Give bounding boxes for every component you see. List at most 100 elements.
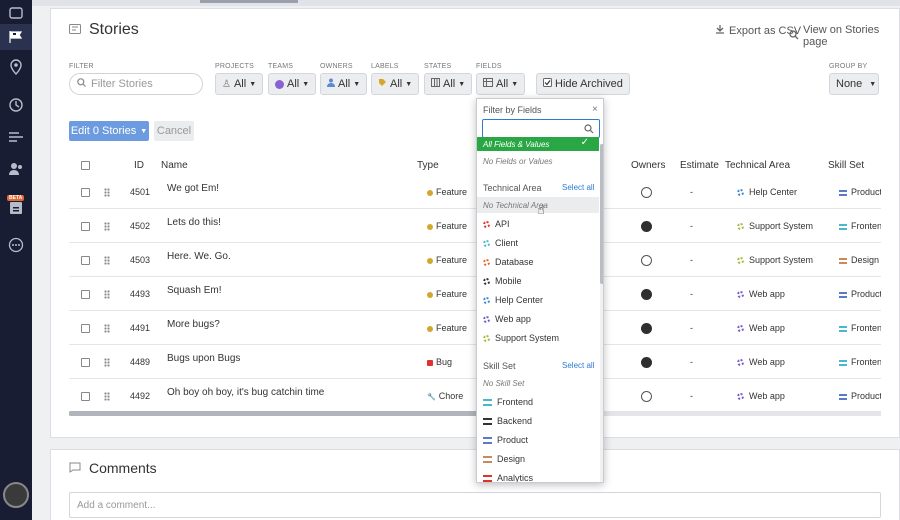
drag-handle-icon[interactable]: [104, 290, 110, 299]
people-icon[interactable]: [0, 156, 32, 182]
close-icon[interactable]: ×: [592, 104, 598, 115]
option-tech-area[interactable]: Client: [483, 238, 518, 248]
story-name[interactable]: More bugs?: [167, 319, 220, 330]
teams-filter-button[interactable]: All ▼: [268, 73, 317, 95]
option-skill-set[interactable]: Product: [483, 435, 528, 445]
feature-type-icon: [427, 325, 433, 332]
comment-input[interactable]: Add a comment...: [69, 492, 881, 518]
row-checkbox[interactable]: [81, 290, 90, 299]
stories-nav-icon[interactable]: [0, 0, 32, 26]
drag-handle-icon[interactable]: [104, 392, 110, 401]
cancel-button[interactable]: Cancel: [154, 121, 194, 141]
story-name[interactable]: Here. We. Go.: [167, 251, 231, 262]
owners-filter-button[interactable]: All ▼: [320, 73, 368, 95]
option-no-fields[interactable]: No Fields or Values: [483, 157, 553, 166]
row-checkbox[interactable]: [81, 188, 90, 197]
user-avatar[interactable]: [3, 482, 29, 508]
map-pin-icon[interactable]: [0, 54, 32, 80]
fields-filter-button[interactable]: All ▼: [476, 73, 526, 95]
beta-feature-icon[interactable]: BETA: [0, 194, 32, 220]
story-name[interactable]: Oh boy oh boy, it's bug catchin time: [167, 387, 324, 398]
header-skill-set[interactable]: Skill Set: [828, 160, 864, 171]
story-tech-area: Web app: [737, 323, 785, 333]
select-all-checkbox[interactable]: [81, 161, 90, 170]
gear-icon: [737, 189, 744, 197]
table-horizontal-scrollbar[interactable]: [69, 411, 881, 416]
labels-filter-button[interactable]: All ▼: [371, 73, 420, 95]
row-checkbox[interactable]: [81, 324, 90, 333]
option-tech-area[interactable]: Support System: [483, 333, 559, 343]
reports-icon[interactable]: [0, 124, 32, 150]
hide-archived-toggle[interactable]: Hide Archived: [536, 73, 630, 95]
drag-handle-icon[interactable]: [104, 324, 110, 333]
projects-filter-button[interactable]: ♙ All ▼: [215, 73, 264, 95]
story-skill-set: Frontend: [839, 323, 881, 333]
option-tech-area[interactable]: Database: [483, 257, 534, 267]
option-no-skill-set[interactable]: No Skill Set: [483, 379, 524, 388]
row-checkbox[interactable]: [81, 256, 90, 265]
row-checkbox[interactable]: [81, 358, 90, 367]
story-name[interactable]: Bugs upon Bugs: [167, 353, 240, 364]
states-filter-button[interactable]: All ▼: [424, 73, 473, 95]
story-tech-area: Web app: [737, 357, 785, 367]
option-skill-set[interactable]: Analytics: [483, 473, 533, 482]
dropdown-scroll-thumb[interactable]: [600, 144, 603, 284]
owner-avatar[interactable]: [641, 221, 652, 232]
story-type-label: Feature: [436, 323, 468, 333]
row-checkbox[interactable]: [81, 392, 90, 401]
owner-avatar[interactable]: [641, 255, 652, 266]
drag-handle-icon[interactable]: [104, 256, 110, 265]
owner-avatar[interactable]: [641, 323, 652, 334]
story-name[interactable]: Lets do this!: [167, 217, 221, 228]
option-tech-area[interactable]: Help Center: [483, 295, 543, 305]
fields-filter-dropdown: Filter by Fields × All Fields & Values ✓…: [476, 98, 604, 483]
owner-avatar[interactable]: [641, 289, 652, 300]
skill-select-all-link[interactable]: Select all: [562, 361, 594, 370]
drag-handle-icon[interactable]: [104, 222, 110, 231]
option-skill-set[interactable]: Frontend: [483, 397, 533, 407]
milestones-flag-icon[interactable]: [0, 24, 32, 50]
drag-handle-icon[interactable]: [104, 188, 110, 197]
view-stories-link[interactable]: View on Stories page: [789, 24, 899, 48]
option-skill-set[interactable]: Backend: [483, 416, 532, 426]
group-by-label: GROUP BY: [829, 63, 868, 70]
header-type[interactable]: Type: [417, 160, 439, 171]
row-checkbox[interactable]: [81, 222, 90, 231]
owner-avatar[interactable]: [641, 187, 652, 198]
table-row-divider: [69, 208, 881, 209]
tech-select-all-link[interactable]: Select all: [562, 183, 594, 192]
columns-icon: [431, 78, 440, 90]
header-tech-area[interactable]: Technical Area: [725, 160, 790, 171]
header-id[interactable]: ID: [134, 160, 144, 171]
owner-avatar[interactable]: [641, 391, 652, 402]
scrollbar-thumb[interactable]: [69, 411, 499, 416]
option-skill-set[interactable]: Design: [483, 454, 525, 464]
dropdown-scrollbar[interactable]: [600, 144, 603, 482]
more-options-icon[interactable]: [0, 232, 32, 258]
fields-label: FIELDS: [476, 63, 502, 70]
option-tech-area[interactable]: Web app: [483, 314, 531, 324]
option-all-fields[interactable]: All Fields & Values ✓: [477, 137, 599, 151]
drag-handle-icon[interactable]: [104, 358, 110, 367]
filter-search-input[interactable]: Filter Stories: [69, 73, 203, 95]
header-name[interactable]: Name: [161, 160, 188, 171]
option-label: Database: [495, 257, 534, 267]
dropdown-search-input[interactable]: [482, 119, 600, 138]
option-tech-area[interactable]: Mobile: [483, 276, 522, 286]
story-name[interactable]: We got Em!: [167, 183, 219, 194]
header-owners[interactable]: Owners: [631, 160, 665, 171]
chevron-down-icon: ▼: [458, 80, 466, 88]
owner-avatar[interactable]: [641, 357, 652, 368]
group-by-button[interactable]: None ▼: [829, 73, 879, 95]
hand-cursor-icon: ☝: [537, 202, 545, 217]
header-estimate[interactable]: Estimate: [680, 160, 719, 171]
option-tech-area[interactable]: API: [483, 219, 510, 229]
tech-area-label: Web app: [749, 357, 785, 367]
edit-stories-button[interactable]: Edit 0 Stories ▼: [69, 121, 149, 141]
skill-stack-icon: [839, 257, 847, 264]
roadmap-icon[interactable]: [0, 92, 32, 118]
story-id: 4489: [130, 357, 151, 367]
gear-icon: [483, 315, 490, 323]
skill-set-label: Product: [851, 289, 881, 299]
story-name[interactable]: Squash Em!: [167, 285, 221, 296]
